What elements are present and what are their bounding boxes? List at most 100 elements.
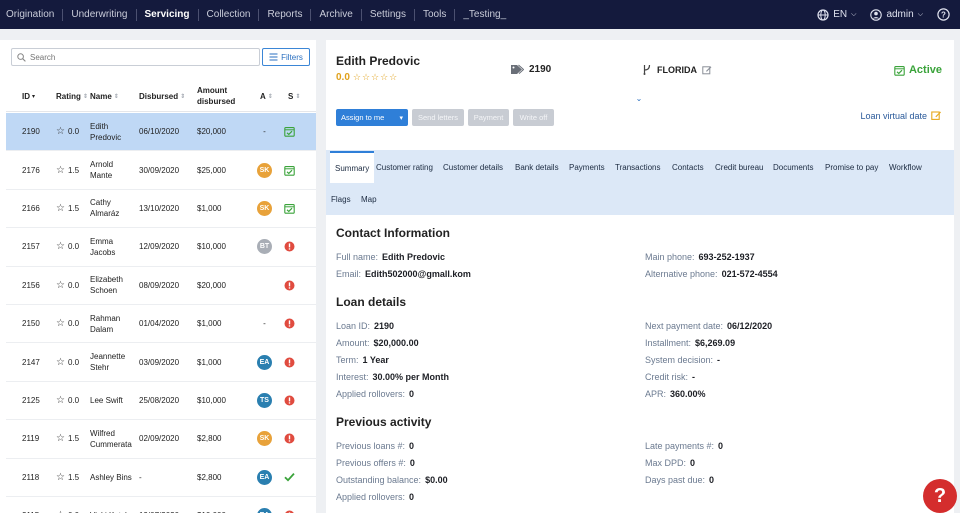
cell-disbursed: 01/04/2020 xyxy=(139,319,180,329)
edit-icon[interactable] xyxy=(931,110,942,121)
column-header-id[interactable]: ID ▾ xyxy=(22,80,35,112)
calendar-check-icon xyxy=(283,165,295,176)
nav-item-origination[interactable]: Origination xyxy=(0,0,62,29)
cell-status xyxy=(283,420,295,457)
cell-id: 2157 xyxy=(22,242,40,252)
nav-item-settings[interactable]: Settings xyxy=(362,0,414,29)
tab-workflow[interactable]: Workflow xyxy=(889,151,922,183)
avatar[interactable]: EA xyxy=(257,354,272,370)
tab-credit-bureau[interactable]: Credit bureau xyxy=(715,151,763,183)
system-decision-label: System decision: xyxy=(645,355,714,365)
cell-rating: ☆0.0 xyxy=(56,267,79,304)
help-button[interactable]: ? xyxy=(923,479,957,513)
cell-disbursed: 03/09/2020 xyxy=(139,357,180,367)
table-row[interactable]: 2156 ☆ 0.0 Elizabeth Schoen 08/09/2020 $20,00… xyxy=(6,267,316,305)
nav-item-testing[interactable]: _Testing_ xyxy=(455,0,514,29)
avatar[interactable]: SK xyxy=(257,431,272,447)
user-menu[interactable]: admin ⌵ xyxy=(870,8,923,21)
cell-disbursed: 08/09/2020 xyxy=(139,280,180,290)
tab-contacts[interactable]: Contacts xyxy=(672,151,704,183)
avatar[interactable]: SK xyxy=(257,200,272,216)
language-selector[interactable]: EN ⌵ xyxy=(817,8,856,21)
avatar[interactable]: BT xyxy=(257,239,272,255)
write-off-button[interactable]: Write off xyxy=(513,109,554,126)
search-input[interactable] xyxy=(30,52,230,62)
nav-item-archive[interactable]: Archive xyxy=(311,0,360,29)
cell-id: 2166 xyxy=(22,203,40,213)
cell-amount: $2,800 xyxy=(197,472,222,482)
column-header-assignee[interactable]: A ⇕ xyxy=(260,80,273,112)
assign-to-me-button[interactable]: Assign to me ▾ xyxy=(336,109,408,126)
avatar[interactable]: EA xyxy=(257,508,272,513)
column-header-amount[interactable]: Amount disbursed xyxy=(197,80,247,112)
rating-stars[interactable]: ☆☆☆☆☆ xyxy=(353,72,398,83)
table-row[interactable]: 2115 ☆0.0 Vicki Kutch 19/07/2020 $10,000 EA xyxy=(6,497,316,513)
next-payment-date-label: Next payment date: xyxy=(645,321,724,331)
nav-item-underwriting[interactable]: Underwriting xyxy=(63,0,135,29)
table-row[interactable]: 2118 ☆ 1.5 Ashley Bins - $2,800 EA xyxy=(6,459,316,497)
send-letters-button[interactable]: Send letters xyxy=(412,109,464,126)
tab-transactions[interactable]: Transactions xyxy=(615,151,661,183)
tab-flags[interactable]: Flags xyxy=(331,183,351,215)
avatar[interactable]: TS xyxy=(257,392,272,408)
help-menu-button[interactable]: ? xyxy=(937,8,950,21)
nav-item-tools[interactable]: Tools xyxy=(415,0,454,29)
previous-loans-value: 0 xyxy=(409,441,415,451)
avatar[interactable]: SK xyxy=(257,162,272,178)
outstanding-balance-label: Outstanding balance: xyxy=(336,475,422,485)
table-row[interactable]: 2119 ☆ 1.5 Wilfred Cummerata 02/09/2020 $2,80… xyxy=(6,420,316,459)
table-row[interactable]: 2157 ☆ 0.0 Emma Jacobs 12/09/2020 $10,000 BT xyxy=(6,228,316,267)
caret-down-icon[interactable]: ▾ xyxy=(399,114,403,122)
cell-name: Ashley Bins xyxy=(90,472,132,482)
avatar[interactable]: EA xyxy=(257,469,272,485)
tab-map[interactable]: Map xyxy=(361,183,377,215)
cell-id: 2190 xyxy=(22,127,40,137)
cell-id: 2115 xyxy=(22,497,39,513)
tab-documents[interactable]: Documents xyxy=(773,151,813,183)
branch-icon xyxy=(643,64,651,75)
table-row[interactable]: 2176 ☆ 1.5 Arnold Mante 30/09/2020 $25,000 SK xyxy=(6,151,316,190)
cell-rating-value: 0.0 xyxy=(67,242,80,252)
credit-risk-field: Credit risk: - xyxy=(645,372,695,382)
column-header-disbursed[interactable]: Disbursed ⇕ xyxy=(139,80,185,112)
tab-summary[interactable]: Summary xyxy=(330,151,375,183)
star-icon: ☆ xyxy=(56,241,65,253)
edit-icon[interactable] xyxy=(702,65,712,75)
nav-item-collection[interactable]: Collection xyxy=(199,0,259,29)
cell-name: Rahman Dalam xyxy=(90,313,121,334)
column-header-rating[interactable]: Rating ⇕ xyxy=(56,80,88,112)
table-row[interactable]: 2166 ☆ 1.5 Cathy Almaráz 13/10/2020 $1,000 SK xyxy=(6,190,316,229)
column-header-name[interactable]: Name ⇕ xyxy=(90,80,119,112)
star-icon: ☆ xyxy=(56,318,65,330)
tab-customer-details[interactable]: Customer details xyxy=(443,151,503,183)
tab-promise-to-pay[interactable]: Promise to pay xyxy=(825,151,878,183)
filters-button[interactable]: Filters xyxy=(262,48,310,66)
cell-name: Wilfred Cummerata xyxy=(90,428,132,449)
table-row[interactable]: 2147 ☆ 0.0 Jeannette Stehr 03/09/2020 $1,000 E… xyxy=(6,343,316,382)
status-label: Active xyxy=(908,64,942,76)
previous-loans-field: Previous loans #: 0 xyxy=(336,441,414,451)
cell-id: 2125 xyxy=(22,395,40,405)
table-row[interactable]: 2125 ☆ 0.0 Lee Swift 25/08/2020 $10,000 TS xyxy=(6,382,316,421)
nav-item-servicing[interactable]: Servicing xyxy=(137,0,198,29)
tab-customer-rating[interactable]: Customer rating xyxy=(376,151,433,183)
expand-header-button[interactable]: ⌄ xyxy=(633,92,645,104)
cell-rating: ☆0.0 xyxy=(56,305,79,342)
cell-id: 2156 xyxy=(22,280,40,290)
cell-status xyxy=(283,382,295,419)
term-field: Term: 1 Year xyxy=(336,355,389,365)
cell-rating-value: 0.0 xyxy=(67,395,80,405)
payment-button[interactable]: Payment xyxy=(468,109,509,126)
loan-virtual-date[interactable]: Loan virtual date xyxy=(860,110,942,121)
table-row[interactable]: 2190 ☆ 0.0 Edith Predovic 06/10/2020 $20,000 - xyxy=(6,113,316,152)
search-box[interactable] xyxy=(11,48,260,66)
loan-details-title: Loan details xyxy=(336,295,407,309)
cell-amount: $20,000 xyxy=(197,127,226,137)
tab-payments[interactable]: Payments xyxy=(569,151,605,183)
column-header-status[interactable]: S ⇕ xyxy=(288,80,300,112)
nav-item-reports[interactable]: Reports xyxy=(259,0,310,29)
tab-bank-details[interactable]: Bank details xyxy=(515,151,559,183)
table-row[interactable]: 2150 ☆ 0.0 Rahman Dalam 01/04/2020 $1,000 - xyxy=(6,305,316,344)
cell-amount: $10,000 xyxy=(197,242,226,252)
filters-label: Filters xyxy=(281,52,303,62)
